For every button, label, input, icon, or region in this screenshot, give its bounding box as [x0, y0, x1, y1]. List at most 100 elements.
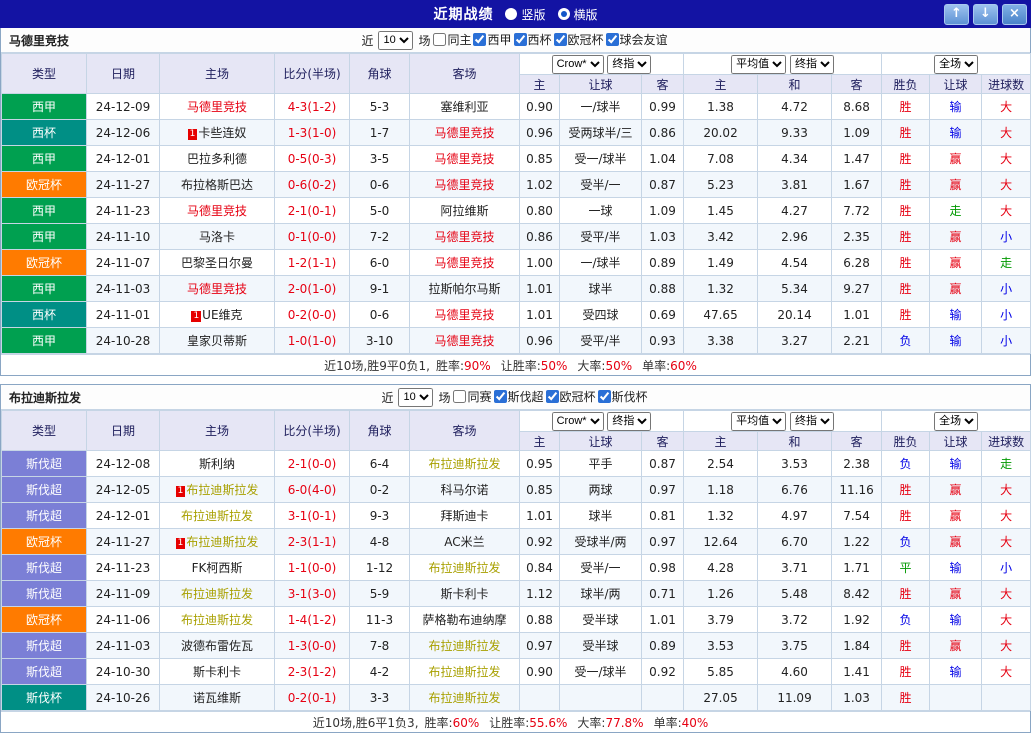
- avg-home: 20.02: [684, 120, 758, 146]
- filter-near-label: 近: [361, 32, 373, 49]
- checkbox-icon[interactable]: [473, 33, 486, 46]
- league-badge: 西甲: [2, 198, 87, 224]
- result-win-lose: 负: [882, 451, 930, 477]
- league-badge: 欧冠杯: [2, 172, 87, 198]
- checkbox-icon[interactable]: [494, 390, 507, 403]
- result-handicap: 输: [930, 94, 982, 120]
- checkbox-icon[interactable]: [598, 390, 611, 403]
- away-team: 布拉迪斯拉发: [410, 633, 520, 659]
- corner-score: 7-2: [350, 224, 410, 250]
- handicap: 受球半/两: [560, 529, 642, 555]
- away-team: 布拉迪斯拉发: [410, 659, 520, 685]
- avg-away: 7.72: [832, 198, 882, 224]
- result-handicap: 走: [930, 198, 982, 224]
- layout-radio-vertical[interactable]: 竖版: [505, 6, 545, 23]
- close-button[interactable]: ×: [1002, 4, 1027, 25]
- away-team: 马德里竞技: [410, 250, 520, 276]
- checkbox-icon[interactable]: [606, 33, 619, 46]
- odds-home: 0.90: [520, 94, 560, 120]
- filter-bar: 近 10 场 同赛斯伐超欧冠杯斯伐杯: [381, 388, 649, 407]
- radio-label: 竖版: [521, 6, 545, 23]
- odds-away: 0.89: [642, 250, 684, 276]
- filter-checkbox-西甲[interactable]: 西甲: [473, 31, 511, 48]
- match-date: 24-11-27: [87, 172, 160, 198]
- odds-home: 0.92: [520, 529, 560, 555]
- match-row: 西杯24-12-061卡些连奴1-3(1-0)1-7马德里竞技0.96受两球半/…: [2, 120, 1031, 146]
- odds-company-select[interactable]: Crow*: [552, 55, 604, 74]
- odds-final-select[interactable]: 终指: [607, 55, 651, 74]
- filter-checkbox-斯伐杯[interactable]: 斯伐杯: [598, 388, 648, 405]
- avg-home: 27.05: [684, 685, 758, 711]
- handicap: 一/球半: [560, 250, 642, 276]
- odds-home: [520, 685, 560, 711]
- corner-score: 4-2: [350, 659, 410, 685]
- filter-checkbox-同赛[interactable]: 同赛: [453, 388, 491, 405]
- match-row: 西甲24-11-03马德里竞技2-0(1-0)9-1拉斯帕尔马斯1.01球半0.…: [2, 276, 1031, 302]
- result-win-lose: 胜: [882, 581, 930, 607]
- odds-company-select[interactable]: Crow*: [552, 412, 604, 431]
- handicap: 一/球半: [560, 94, 642, 120]
- red-card-badge: 1: [176, 486, 186, 497]
- avg-company-select[interactable]: 平均值: [731, 412, 786, 431]
- col-odds-home: 主: [520, 75, 560, 94]
- titlebar: 近期战绩 竖版 横版 ↑ ↓ ×: [0, 0, 1031, 28]
- scope-select[interactable]: 全场: [934, 55, 978, 74]
- checkbox-icon[interactable]: [554, 33, 567, 46]
- avg-home: 1.32: [684, 503, 758, 529]
- scroll-down-button[interactable]: ↓: [973, 4, 998, 25]
- recent-count-select[interactable]: 10: [378, 31, 413, 50]
- avg-final-select[interactable]: 终指: [790, 412, 834, 431]
- radio-selected-icon: [558, 8, 570, 20]
- odds-home: 0.86: [520, 224, 560, 250]
- odds-home: 0.90: [520, 659, 560, 685]
- match-row: 西甲24-12-09马德里竞技4-3(1-2)5-3塞维利亚0.90一/球半0.…: [2, 94, 1031, 120]
- checkbox-icon[interactable]: [514, 33, 527, 46]
- odds-home: 0.95: [520, 451, 560, 477]
- match-row: 欧冠杯24-11-07巴黎圣日尔曼1-2(1-1)6-0马德里竞技1.00一/球…: [2, 250, 1031, 276]
- avg-company-select[interactable]: 平均值: [731, 55, 786, 74]
- close-icon: ×: [1009, 6, 1020, 21]
- checkbox-icon[interactable]: [433, 33, 446, 46]
- checkbox-icon[interactable]: [546, 390, 559, 403]
- away-team: 马德里竞技: [410, 224, 520, 250]
- scroll-up-button[interactable]: ↑: [944, 4, 969, 25]
- avg-home: 1.26: [684, 581, 758, 607]
- filter-checkbox-欧冠杯[interactable]: 欧冠杯: [546, 388, 596, 405]
- summary-stat: 胜率:90%: [436, 359, 491, 373]
- avg-away: 1.67: [832, 172, 882, 198]
- filter-checkbox-球会友谊[interactable]: 球会友谊: [606, 31, 668, 48]
- avg-home: 1.49: [684, 250, 758, 276]
- avg-draw: 3.71: [758, 555, 832, 581]
- result-goals: 小: [982, 276, 1031, 302]
- checkbox-icon[interactable]: [453, 390, 466, 403]
- col-avg-home: 主: [684, 75, 758, 94]
- home-team: 马德里竞技: [160, 276, 275, 302]
- match-score: 3-1(0-1): [275, 503, 350, 529]
- odds-away: 0.86: [642, 120, 684, 146]
- home-team: 斯卡利卡: [160, 659, 275, 685]
- filter-checkbox-欧冠杯[interactable]: 欧冠杯: [554, 31, 604, 48]
- match-date: 24-11-03: [87, 633, 160, 659]
- handicap: 受半球: [560, 607, 642, 633]
- home-team: 马德里竞技: [160, 94, 275, 120]
- filter-checkbox-西杯[interactable]: 西杯: [514, 31, 552, 48]
- avg-home: 3.79: [684, 607, 758, 633]
- match-date: 24-11-09: [87, 581, 160, 607]
- odds-final-select[interactable]: 终指: [607, 412, 651, 431]
- scope-select[interactable]: 全场: [934, 412, 978, 431]
- red-card-badge: 1: [176, 538, 186, 549]
- away-team: 马德里竞技: [410, 328, 520, 354]
- handicap: 一球: [560, 198, 642, 224]
- match-score: 1-4(1-2): [275, 607, 350, 633]
- filter-checkbox-斯伐超[interactable]: 斯伐超: [494, 388, 544, 405]
- match-row: 斯伐超24-12-01布拉迪斯拉发3-1(0-1)9-3拜斯迪卡1.01球半0.…: [2, 503, 1031, 529]
- layout-radio-horizontal[interactable]: 横版: [558, 6, 598, 23]
- match-row: 西甲24-10-28皇家贝蒂斯1-0(1-0)3-10马德里竞技0.96受平/半…: [2, 328, 1031, 354]
- avg-final-select[interactable]: 终指: [790, 55, 834, 74]
- radio-label: 横版: [574, 6, 598, 23]
- col-date: 日期: [87, 411, 160, 451]
- corner-score: 5-9: [350, 581, 410, 607]
- recent-count-select[interactable]: 10: [398, 388, 433, 407]
- avg-draw: 4.72: [758, 94, 832, 120]
- filter-checkbox-同主[interactable]: 同主: [433, 31, 471, 48]
